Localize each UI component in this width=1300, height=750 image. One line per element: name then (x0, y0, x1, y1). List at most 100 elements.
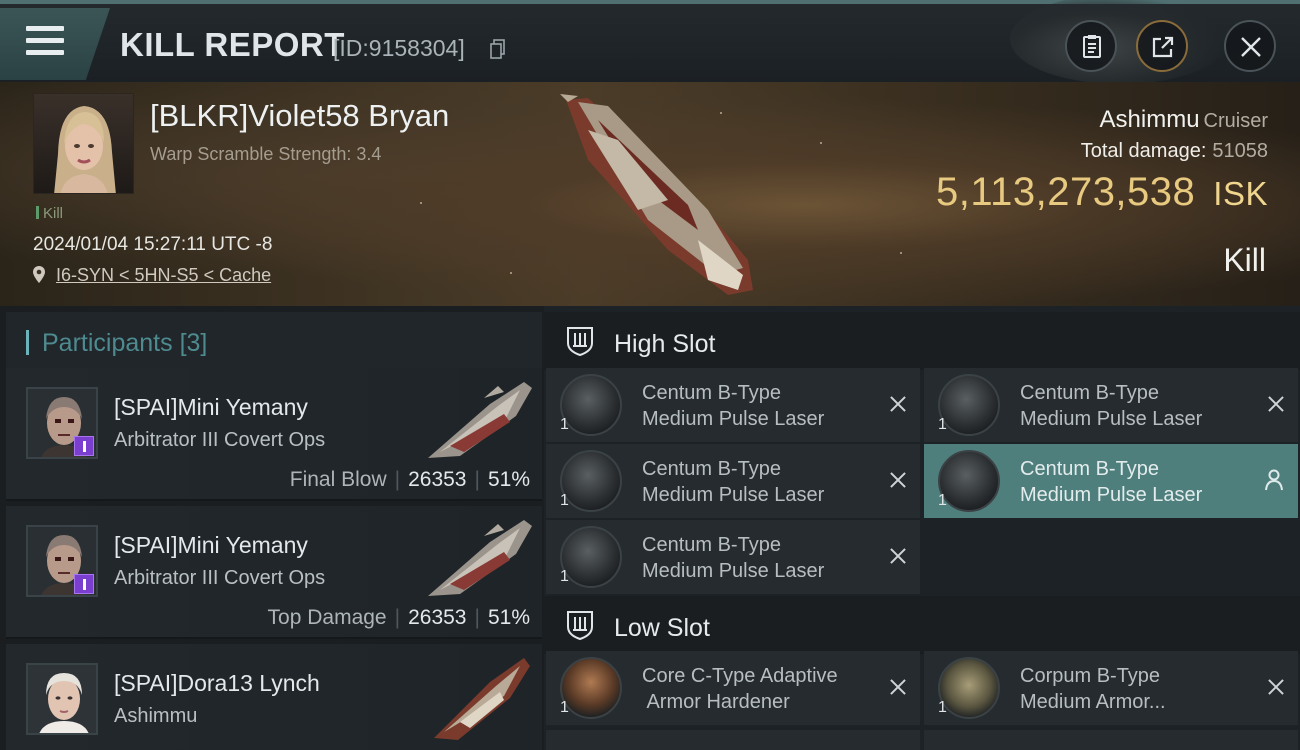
destroyed-icon (888, 470, 908, 490)
pulse-laser-icon (560, 526, 622, 588)
rank-badge-icon (74, 436, 94, 456)
header-accent-bar (26, 330, 29, 355)
destroyed-icon (888, 677, 908, 697)
rank-badge-icon (74, 574, 94, 594)
location-text[interactable]: I6-SYN < 5HN-S5 < Cache (56, 265, 271, 285)
victim-ship-name[interactable]: Ashimmu Cruiser (1100, 106, 1268, 134)
share-button[interactable] (1136, 20, 1188, 72)
participant-card[interactable]: [SPAI]Mini Yemany Arbitrator III Covert … (6, 506, 542, 639)
module-name: Centum B-Type Medium Pulse Laser (1020, 458, 1203, 506)
participants-panel: Participants [3] [SPAI]Mini Yemany Arbit… (0, 306, 544, 750)
isk-amount: 5,113,273,538 (935, 170, 1196, 214)
pulse-laser-icon (560, 450, 622, 512)
participant-percent: 51% (487, 606, 530, 629)
module-item[interactable]: 1 Corpum B-Type Medium Armor... (924, 651, 1298, 725)
warp-scramble-strength: Warp Scramble Strength: 3.4 (150, 144, 382, 164)
pulse-laser-icon (938, 374, 1000, 436)
isk-value: 5,113,273,538 ISK (936, 170, 1268, 215)
total-damage-value: 51058 (1212, 140, 1268, 162)
high-slot-label: High Slot (614, 330, 716, 358)
destroyed-icon (888, 546, 908, 566)
report-id: [ID:9158304] (333, 35, 465, 61)
clipboard-icon (1083, 35, 1101, 58)
armor-hardener-icon (560, 657, 622, 719)
ship-name-text: Ashimmu (1099, 106, 1200, 133)
participant-ship: Arbitrator III Covert Ops (114, 429, 326, 451)
person-icon (1265, 469, 1283, 491)
close-button[interactable] (1224, 20, 1276, 72)
total-damage: Total damage: 51058 (1081, 140, 1268, 163)
module-name: Core C-Type Adaptive Armor Hardener (642, 665, 838, 713)
kill-location[interactable]: I6-SYN < 5HN-S5 < Cache (33, 265, 271, 286)
copy-icon[interactable] (490, 39, 506, 59)
kill-datetime: 2024/01/04 15:27:11 UTC -8 (33, 234, 273, 255)
participant-ship-image (428, 520, 532, 596)
victim-portrait[interactable] (33, 93, 134, 194)
clipboard-button[interactable] (1065, 20, 1117, 72)
close-icon (1241, 37, 1261, 57)
participants-label: Participants (42, 329, 173, 357)
module-item[interactable]: 1 Centum B-Type Medium Pulse Laser (546, 444, 920, 518)
armor-repairer-icon (938, 657, 1000, 719)
module-item[interactable] (546, 730, 920, 750)
module-name: Centum B-Type Medium Pulse Laser (642, 458, 825, 506)
participant-card[interactable]: [SPAI]Mini Yemany Arbitrator III Covert … (6, 368, 542, 501)
isk-unit: ISK (1213, 175, 1268, 212)
participant-stats: Top Damage | 26353 | 51% (268, 606, 530, 630)
module-name: Centum B-Type Medium Pulse Laser (642, 382, 825, 430)
divider: | (394, 468, 401, 491)
module-quantity: 1 (938, 699, 947, 716)
destroyed-icon (888, 394, 908, 414)
pulse-laser-icon (938, 450, 1000, 512)
menu-icon[interactable] (26, 26, 64, 58)
participant-avatar (26, 663, 98, 735)
module-item[interactable]: 1 Core C-Type Adaptive Armor Hardener (546, 651, 920, 725)
participant-card[interactable]: [SPAI]Dora13 Lynch Ashimmu (6, 644, 542, 750)
high-slot-icon (567, 327, 593, 357)
low-slot-header: Low Slot (544, 596, 1300, 654)
fitting-panel: High Slot 1 Centum B-Type Medium Pulse La… (544, 306, 1300, 750)
module-quantity: 1 (560, 492, 569, 509)
participants-title: Participants [3] (42, 329, 207, 358)
ship-class: Cruiser (1203, 110, 1268, 132)
participant-ship: Arbitrator III Covert Ops (114, 567, 326, 589)
module-item[interactable]: 1 Centum B-Type Medium Pulse Laser (924, 368, 1298, 442)
participant-ship-image (434, 658, 530, 740)
participant-percent: 51% (487, 468, 530, 491)
participant-role: Final Blow (289, 468, 387, 491)
module-item[interactable]: 1 Centum B-Type Medium Pulse Laser (924, 444, 1298, 518)
top-bar: KILL REPORT [ID:9158304] (0, 0, 1300, 84)
victim-banner: [BLKR]Violet58 Bryan Warp Scramble Stren… (0, 82, 1300, 306)
total-damage-label: Total damage: (1080, 140, 1207, 162)
module-item[interactable] (924, 730, 1298, 750)
divider: | (474, 606, 480, 629)
result-label: Kill (1223, 242, 1266, 278)
participant-ship-image (428, 382, 532, 458)
module-item[interactable]: 1 Centum B-Type Medium Pulse Laser (546, 520, 920, 594)
participant-damage: 26353 (408, 606, 467, 629)
background-planet-decoration (1010, 0, 1230, 84)
module-quantity: 1 (560, 568, 569, 585)
low-slot-label: Low Slot (614, 614, 710, 642)
page-title: KILL REPORT (120, 26, 345, 63)
participant-name[interactable]: [SPAI]Mini Yemany (114, 394, 308, 421)
module-quantity: 1 (560, 416, 569, 433)
participant-stats: Final Blow | 26353 | 51% (290, 468, 530, 492)
participants-header: Participants [3] (6, 312, 542, 370)
participants-count: [3] (179, 329, 208, 357)
share-icon (1152, 36, 1174, 58)
module-item[interactable]: 1 Centum B-Type Medium Pulse Laser (546, 368, 920, 442)
participant-name[interactable]: [SPAI]Dora13 Lynch (114, 670, 320, 697)
low-slot-icon (567, 611, 593, 641)
participant-name[interactable]: [SPAI]Mini Yemany (114, 532, 308, 559)
module-quantity: 1 (938, 492, 947, 509)
module-name: Centum B-Type Medium Pulse Laser (642, 534, 825, 582)
module-quantity: 1 (560, 699, 569, 716)
kill-tag: Kill (36, 205, 63, 222)
pulse-laser-icon (560, 374, 622, 436)
victim-avatar (54, 106, 116, 193)
high-slot-header: High Slot (544, 312, 1300, 370)
participant-ship: Ashimmu (114, 705, 198, 727)
divider: | (394, 606, 401, 629)
victim-name[interactable]: [BLKR]Violet58 Bryan (150, 98, 449, 134)
